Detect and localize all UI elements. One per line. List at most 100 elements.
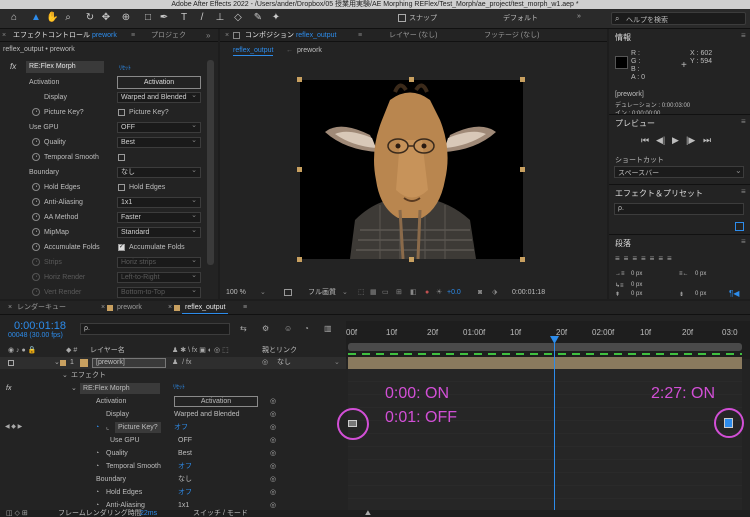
chevron-down-icon[interactable]: ⌄ [62, 369, 68, 382]
parent-pickwhip-icon[interactable]: ◎ [262, 357, 268, 369]
draft-3d-icon[interactable]: ⚙ [262, 324, 269, 333]
prev-frame-icon[interactable]: ◀| [656, 135, 665, 146]
shy-icon[interactable]: ☺ [284, 324, 292, 333]
temporal-smooth-checkbox[interactable] [118, 154, 125, 161]
activation-button[interactable]: Activation [117, 76, 201, 89]
timeline-timecode[interactable]: 0:00:01:18 [14, 320, 66, 332]
layer-search-input[interactable]: ρ. [80, 323, 230, 335]
boundary-dropdown[interactable]: なし [178, 473, 192, 486]
tab-prework[interactable]: prework [114, 301, 145, 314]
hold-keyframe-start[interactable] [348, 420, 357, 427]
rotate-tool-icon[interactable]: ↻ [84, 12, 96, 24]
expression-link-icon[interactable]: ◎ [270, 408, 276, 421]
transform-handle[interactable] [520, 77, 525, 82]
tab-composition[interactable]: コンポジション reflex_output [242, 29, 339, 42]
transform-handle[interactable] [520, 257, 525, 262]
scrollbar[interactable] [207, 60, 214, 265]
display-dropdown[interactable]: Warped and Blended [117, 91, 201, 103]
zoom-dropdown[interactable]: 100 % [226, 286, 246, 299]
transform-handle[interactable] [520, 167, 525, 172]
aa-method-dropdown[interactable]: Faster [117, 211, 201, 223]
color-icon[interactable]: ● [425, 286, 429, 299]
layer-name[interactable]: [prework] [92, 358, 166, 368]
hold-edges-checkbox[interactable] [118, 184, 125, 191]
accumulate-folds-checkbox[interactable]: ✓ [118, 244, 125, 251]
workspace-label[interactable]: デフォルト [503, 13, 538, 23]
footer-toggle-icons[interactable]: ◫ ◇ ⊞ [6, 510, 28, 517]
transform-handle[interactable] [409, 257, 414, 262]
picture-key-value[interactable]: オフ [174, 421, 188, 434]
expression-link-icon[interactable]: ◎ [270, 473, 276, 486]
hold-keyframe-end[interactable] [724, 418, 733, 428]
panel-menu-icon[interactable]: ≡ [240, 301, 250, 314]
tab-footage[interactable]: フッテージ (なし) [481, 29, 542, 42]
quality-dropdown[interactable]: Best [117, 136, 201, 148]
motion-blur-icon[interactable]: ◔ [304, 324, 309, 333]
anchor-tool-icon[interactable]: ⊕ [120, 12, 132, 24]
exposure-value[interactable]: +0.0 [447, 286, 461, 299]
comp-subtab-reflex-output[interactable]: reflex_output [233, 47, 274, 56]
visibility-icon[interactable] [8, 360, 14, 366]
stopwatch-icon[interactable]: ◔ [32, 213, 40, 221]
exposure-icon[interactable]: ☀ [436, 286, 442, 299]
fx-icon[interactable]: fx [10, 62, 16, 71]
stopwatch-icon[interactable]: ◔ [95, 486, 99, 499]
panel-menu-icon[interactable]: ≡ [741, 187, 746, 196]
expression-link-icon[interactable]: ◎ [270, 421, 276, 434]
show-snapshot-icon[interactable]: ⬗ [492, 286, 497, 299]
space-after-icon[interactable]: ⇟ [679, 291, 684, 298]
hand-tool-icon[interactable]: ✋ [46, 12, 58, 24]
chevron-down-icon[interactable]: ⌄ [334, 357, 340, 369]
puppet-tool-icon[interactable]: ✦ [270, 12, 282, 24]
snap-checkbox[interactable] [398, 14, 406, 22]
chevron-down-icon[interactable]: ⌄ [54, 357, 60, 369]
indent-right-value[interactable]: 0 px [695, 271, 706, 277]
region-icon[interactable]: ⬚ [358, 286, 365, 299]
new-preset-icon[interactable] [735, 222, 744, 231]
graph-icon[interactable]: ⌞ [106, 421, 109, 434]
space-before-value[interactable]: 0 px [631, 291, 642, 297]
effects-search-input[interactable]: ρ. [614, 203, 744, 215]
tl-label-picture-key[interactable]: Picture Key? [115, 422, 161, 433]
quality-dropdown[interactable]: フル画質 [308, 286, 336, 299]
camera-tool-icon[interactable]: ✥ [100, 12, 112, 24]
first-line-indent-icon[interactable]: ↳≡ [615, 282, 624, 289]
layer-color-label[interactable] [60, 360, 66, 366]
zoom-tool-icon[interactable]: ⌕ [62, 12, 74, 24]
playhead-line[interactable] [554, 341, 555, 510]
mipmap-dropdown[interactable]: Standard [117, 226, 201, 238]
graph-editor-icon[interactable]: ▥ [324, 324, 332, 333]
chevron-down-icon[interactable]: ⌄ [342, 286, 348, 299]
expression-link-icon[interactable]: ◎ [270, 395, 276, 408]
home-icon[interactable]: ⌂ [8, 12, 20, 24]
tab-project[interactable]: プロジェク [148, 29, 189, 42]
use-gpu-dropdown[interactable]: OFF [178, 434, 192, 447]
hold-edges-value[interactable]: オフ [178, 486, 192, 499]
stopwatch-icon[interactable]: ◔ [32, 228, 40, 236]
panel-menu-icon[interactable]: ≡ [131, 32, 135, 39]
stopwatch-icon[interactable]: ◔ [32, 138, 40, 146]
comp-canvas[interactable] [300, 80, 523, 260]
panel-menu-icon[interactable]: ≡ [741, 31, 746, 40]
reset-link[interactable]: ﾘｾｯﾄ [173, 382, 185, 395]
activation-button[interactable]: Activation [174, 396, 258, 407]
tl-label-reflex-morph[interactable]: RE:Flex Morph [80, 383, 160, 394]
stopwatch-icon[interactable]: ◔ [32, 183, 40, 191]
close-icon[interactable]: × [225, 32, 229, 39]
expression-link-icon[interactable]: ◎ [270, 447, 276, 460]
temporal-smooth-value[interactable]: オフ [178, 460, 192, 473]
brush-tool-icon[interactable]: / [196, 12, 208, 24]
transform-handle[interactable] [297, 167, 302, 172]
space-after-value[interactable]: 0 px [695, 291, 706, 297]
layer-row[interactable]: ⌄ 1 [prework] ♟ / fx ◎ なし ⌄ [0, 357, 346, 369]
shape-tool-icon[interactable]: □ [142, 12, 154, 24]
quality-dropdown[interactable]: Best [178, 447, 192, 460]
panel-menu-icon[interactable]: ≡ [741, 237, 746, 246]
pen-tool-icon[interactable]: ✒ [158, 12, 170, 24]
use-gpu-dropdown[interactable]: OFF [117, 121, 201, 133]
stopwatch-icon[interactable]: ◔ [95, 421, 99, 434]
indent-left-value[interactable]: 0 px [631, 271, 642, 277]
transform-handle[interactable] [297, 257, 302, 262]
stopwatch-icon[interactable]: ◔ [32, 108, 40, 116]
boundary-dropdown[interactable]: なし [117, 166, 201, 178]
